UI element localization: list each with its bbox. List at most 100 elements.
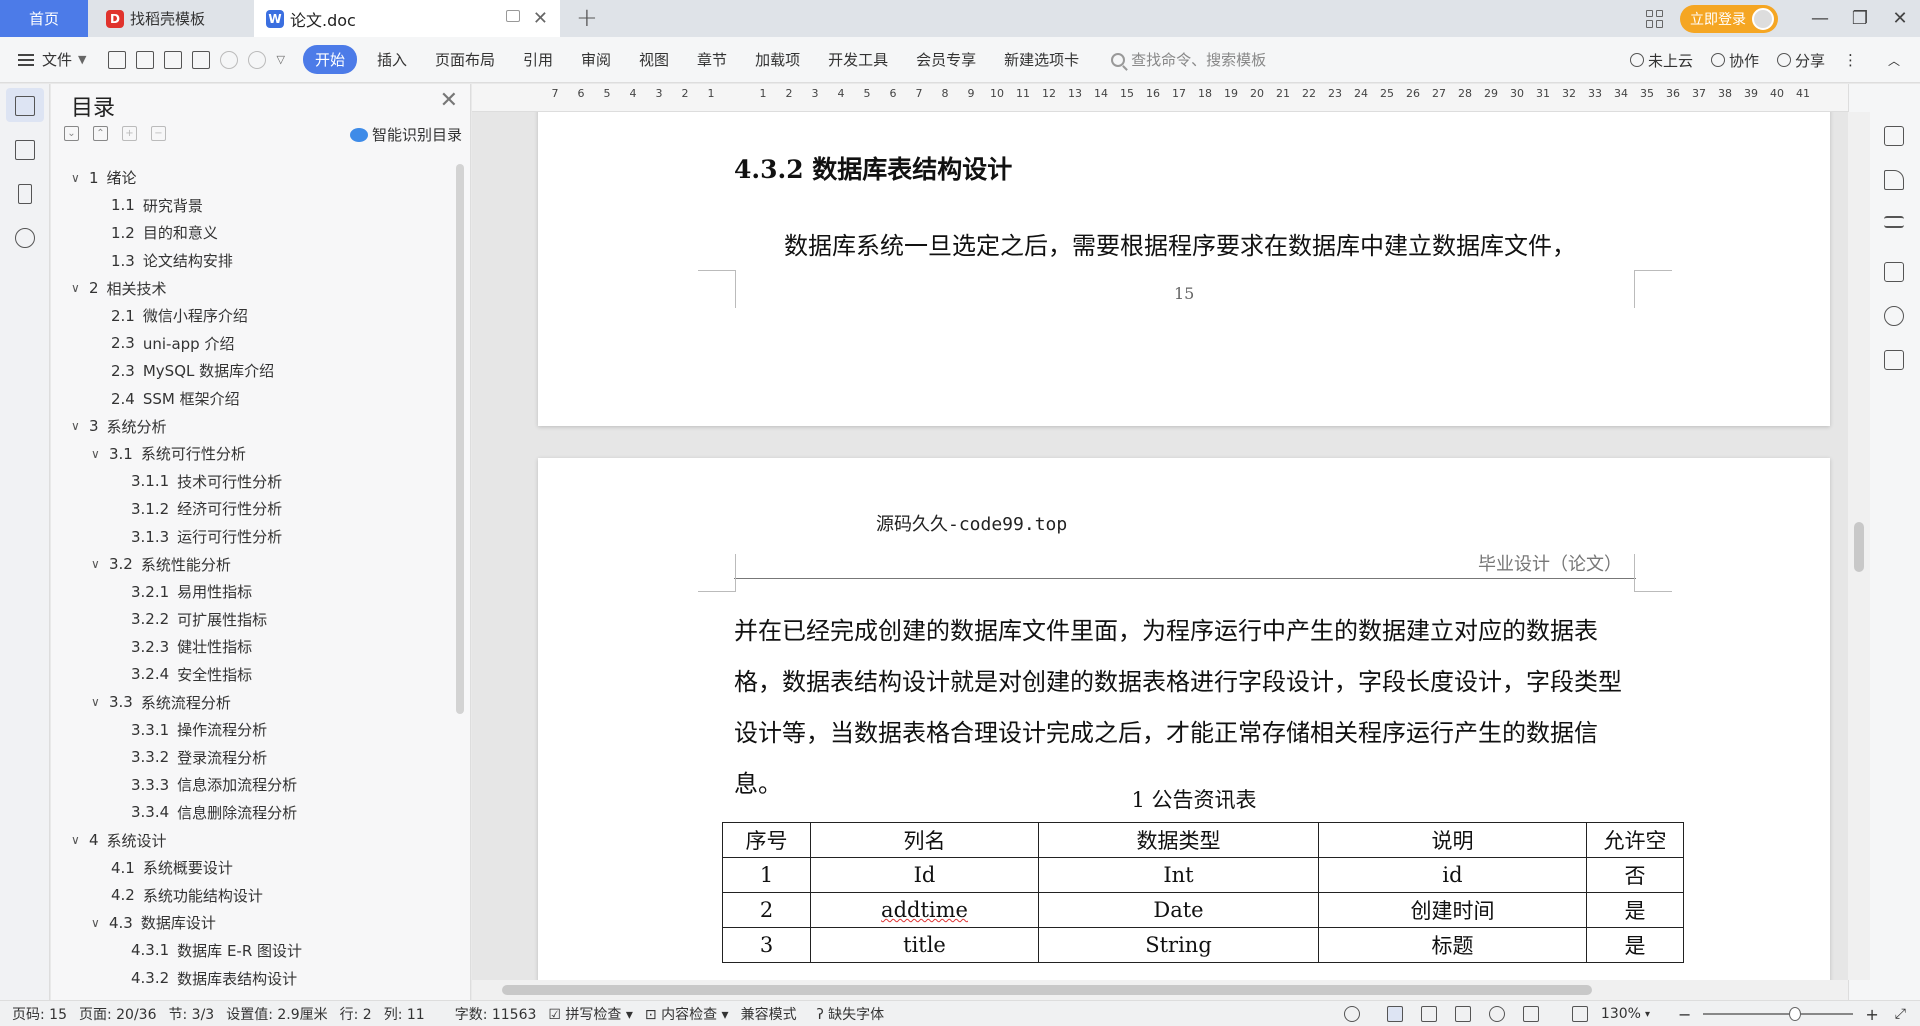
collapse-all-icon[interactable]: ⌃ xyxy=(93,126,108,141)
pen-edit-icon[interactable] xyxy=(1884,126,1904,146)
tab-insert[interactable]: 插入 xyxy=(377,49,407,70)
status-page-code[interactable]: 页码: 15 xyxy=(12,1004,67,1024)
toc-item[interactable]: 1.2 目的和意义 xyxy=(51,219,446,247)
customize-toolbar-icon[interactable]: ▽ xyxy=(276,53,284,66)
toc-panel-icon[interactable] xyxy=(15,96,35,116)
status-page[interactable]: 页面: 20/36 xyxy=(79,1004,157,1024)
toc-item[interactable]: 4.3.2 数据库表结构设计 xyxy=(51,964,446,992)
minimize-icon[interactable]: — xyxy=(1800,8,1840,29)
tab-addins[interactable]: 加载项 xyxy=(755,49,800,70)
smart-toc-button[interactable]: 智能识别目录 xyxy=(349,124,462,145)
toc-item[interactable]: ∨ 3.1 系统可行性分析 xyxy=(51,440,446,468)
tab-member[interactable]: 会员专享 xyxy=(916,49,976,70)
bookmark-icon[interactable] xyxy=(18,184,32,204)
navigation-icon[interactable] xyxy=(15,140,35,160)
toc-item[interactable]: ∨ 3.3 系统流程分析 xyxy=(51,688,446,716)
toc-item[interactable]: 3.3.2 登录流程分析 xyxy=(51,743,446,771)
toc-item[interactable]: 3.1.2 经济可行性分析 xyxy=(51,495,446,523)
tab-templates[interactable]: D 找稻壳模板 xyxy=(92,0,252,37)
redo-icon[interactable] xyxy=(248,50,267,69)
add-item-icon[interactable]: + xyxy=(122,126,137,141)
reading-mode-icon[interactable] xyxy=(1884,350,1904,370)
file-menu[interactable]: 文件 ▼ xyxy=(0,49,86,70)
toc-item[interactable]: 3.3.1 操作流程分析 xyxy=(51,716,446,744)
command-search[interactable]: 查找命令、搜索模板 xyxy=(1111,49,1266,70)
select-cursor-icon[interactable] xyxy=(1884,170,1904,190)
toc-item[interactable]: 2.3 MySQL 数据库介绍 xyxy=(51,357,446,385)
document-area[interactable]: 4.3.2 数据库表结构设计 数据库系统一旦选定之后，需要根据程序要求在数据库中… xyxy=(472,112,1848,980)
outline-view-icon[interactable] xyxy=(1420,1006,1437,1022)
close-tab-icon[interactable]: ✕ xyxy=(533,8,548,29)
print-icon[interactable] xyxy=(164,50,183,69)
close-window-icon[interactable]: ✕ xyxy=(1880,8,1920,29)
tab-view[interactable]: 视图 xyxy=(639,49,669,70)
tab-developer[interactable]: 开发工具 xyxy=(828,49,888,70)
toc-item[interactable]: 2.4 SSM 框架介绍 xyxy=(51,385,446,413)
adjust-sliders-icon[interactable] xyxy=(1884,216,1904,228)
toc-item[interactable]: ∨ 3 系统分析 xyxy=(51,412,446,440)
apps-grid-icon[interactable] xyxy=(1646,9,1664,28)
status-word-count[interactable]: 字数: 11563 xyxy=(455,1004,537,1024)
horizontal-scroll-thumb[interactable] xyxy=(502,985,1592,995)
horizontal-ruler[interactable]: 7 6 5 4 3 2 1 1 2 3 4 5 6 7 8 9 10 11 12 13 14 15 16 17 18 19 20 21… xyxy=(472,84,1848,112)
ai-assistant-icon[interactable] xyxy=(1884,306,1904,326)
zoom-out-icon[interactable]: − xyxy=(1678,1005,1691,1024)
chevron-down-icon[interactable]: ∨ xyxy=(71,171,89,185)
eye-protection-icon[interactable] xyxy=(1343,1006,1360,1022)
fit-page-icon[interactable] xyxy=(1571,1006,1588,1022)
chevron-down-icon[interactable]: ∨ xyxy=(91,557,109,571)
tab-start[interactable]: 开始 xyxy=(302,45,357,74)
toc-item[interactable]: 3.2.2 可扩展性指标 xyxy=(51,606,446,634)
toc-item[interactable]: 3.1.3 运行可行性分析 xyxy=(51,523,446,551)
collab-button[interactable]: 协作 xyxy=(1710,50,1759,71)
toc-item[interactable]: 4.1 系统概要设计 xyxy=(51,854,446,882)
reading-view-icon[interactable] xyxy=(1454,1006,1471,1022)
chevron-down-icon[interactable]: ∨ xyxy=(71,419,89,433)
tab-new[interactable]: 新建选项卡 xyxy=(1004,49,1079,70)
toc-item[interactable]: 3.2.3 健壮性指标 xyxy=(51,633,446,661)
image-tool-icon[interactable] xyxy=(1884,262,1904,282)
cloud-button[interactable]: 未上云 xyxy=(1629,50,1693,71)
zoom-slider-knob[interactable] xyxy=(1789,1007,1802,1021)
search-icon[interactable] xyxy=(15,228,35,248)
undo-icon[interactable] xyxy=(220,50,239,69)
expand-all-icon[interactable]: ⌄ xyxy=(64,126,79,141)
status-setting[interactable]: 设置值: 2.9厘米 xyxy=(226,1004,327,1024)
chevron-down-icon[interactable]: ∨ xyxy=(71,281,89,295)
toc-item[interactable]: 2.3 uni-app 介绍 xyxy=(51,330,446,358)
new-tab-button[interactable]: + xyxy=(576,3,598,33)
zoom-in-icon[interactable]: + xyxy=(1865,1005,1878,1024)
chevron-down-icon[interactable]: ∨ xyxy=(91,916,109,930)
toc-item[interactable]: ∨ 4 系统设计 xyxy=(51,826,446,854)
share-button[interactable]: 分享 xyxy=(1776,50,1825,71)
toc-item[interactable]: 4.3.1 数据库 E-R 图设计 xyxy=(51,937,446,965)
write-mode-icon[interactable] xyxy=(1522,1006,1539,1022)
toc-item[interactable]: 3.3.4 信息删除流程分析 xyxy=(51,799,446,827)
restore-icon[interactable]: ❐ xyxy=(1840,8,1880,29)
toc-item[interactable]: 3.3.3 信息添加流程分析 xyxy=(51,771,446,799)
toc-item[interactable]: ∨ 1 绪论 xyxy=(51,164,446,192)
toc-item[interactable]: ∨ 2 相关技术 xyxy=(51,274,446,302)
spell-check-button[interactable]: ☑ 拼写检查 ▾ xyxy=(548,1004,633,1024)
toc-item[interactable]: 3.2.4 安全性指标 xyxy=(51,661,446,689)
collapse-ribbon-icon[interactable]: ︿ xyxy=(1888,52,1900,69)
toc-item[interactable]: 1.1 研究背景 xyxy=(51,192,446,220)
content-check-button[interactable]: ⊡ 内容检查 ▾ xyxy=(645,1004,729,1024)
toc-item[interactable]: ∨ 4.3 数据库设计 xyxy=(51,909,446,937)
tab-chapter[interactable]: 章节 xyxy=(697,49,727,70)
export-pdf-icon[interactable] xyxy=(136,50,155,69)
toc-item[interactable]: 2.1 微信小程序介绍 xyxy=(51,302,446,330)
chevron-down-icon[interactable]: ∨ xyxy=(91,695,109,709)
tab-references[interactable]: 引用 xyxy=(523,49,553,70)
status-section[interactable]: 节: 3/3 xyxy=(169,1004,215,1024)
tab-review[interactable]: 审阅 xyxy=(581,49,611,70)
toc-scrollbar[interactable] xyxy=(456,164,464,714)
save-icon[interactable] xyxy=(108,50,127,69)
toc-item[interactable]: 3.2.1 易用性指标 xyxy=(51,578,446,606)
float-window-icon[interactable] xyxy=(506,10,520,22)
toc-item[interactable]: 4.2 系统功能结构设计 xyxy=(51,881,446,909)
toc-item[interactable]: 3.1.1 技术可行性分析 xyxy=(51,468,446,496)
zoom-slider[interactable] xyxy=(1703,1007,1854,1021)
vertical-scroll-thumb[interactable] xyxy=(1854,522,1864,572)
tab-home[interactable]: 首页 xyxy=(0,0,88,37)
